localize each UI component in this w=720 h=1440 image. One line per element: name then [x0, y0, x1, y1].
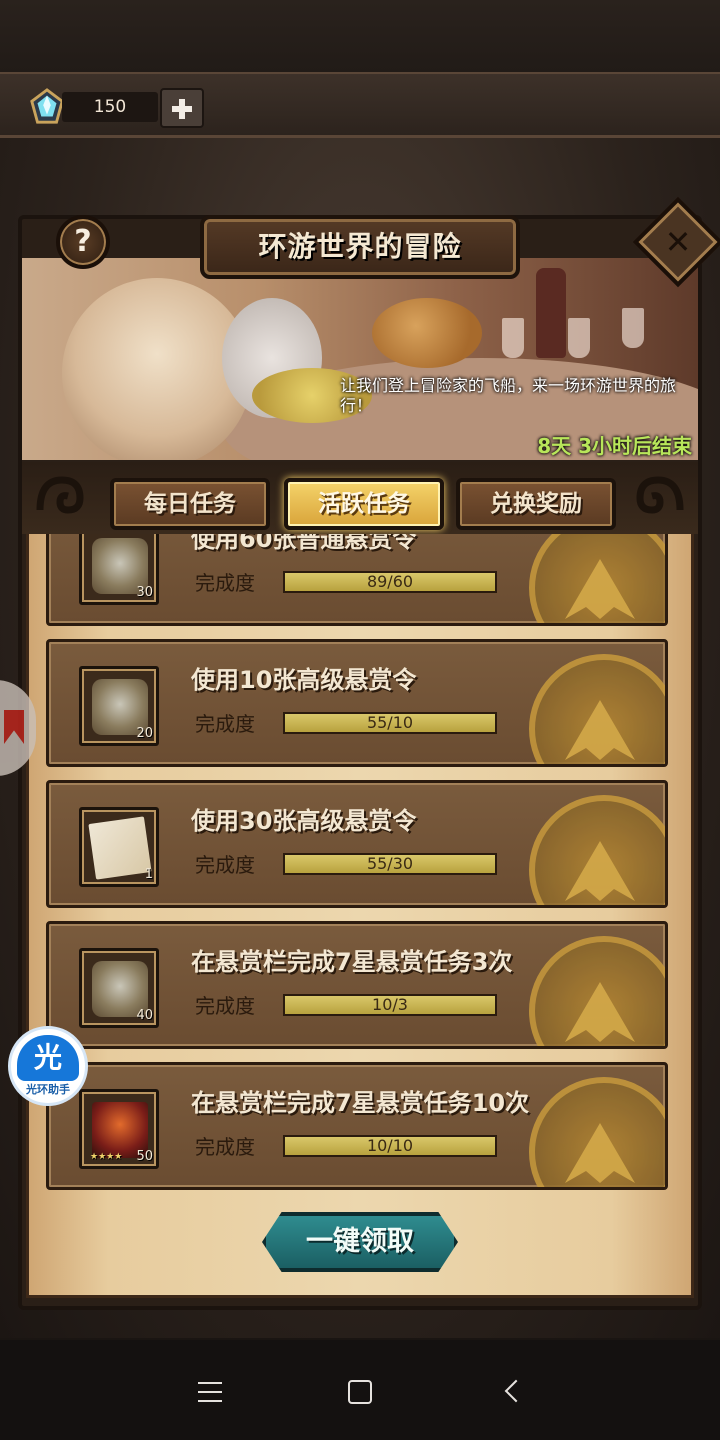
- task-row: 1 使用30张高级悬赏令 完成度 55/30: [46, 780, 668, 908]
- glass-art: [622, 308, 644, 348]
- reward-item-slot[interactable]: ★★★★ 50: [79, 1089, 159, 1169]
- tab-exchange-rewards[interactable]: 兑换奖励: [456, 478, 616, 530]
- task-row: 30 使用60张普通悬赏令 完成度 89/60: [46, 534, 668, 626]
- progress-label: 完成度: [195, 994, 255, 1018]
- task-list[interactable]: 30 使用60张普通悬赏令 完成度 89/60 20 使用10张高级悬赏令 完成…: [46, 534, 668, 1194]
- progress-text: 55/10: [366, 713, 414, 732]
- progress-bar: 10/10: [283, 1135, 497, 1157]
- back-icon[interactable]: [502, 1380, 526, 1404]
- add-gems-button[interactable]: [160, 88, 204, 128]
- seal-emblem-icon: [529, 795, 665, 905]
- event-title: 环游世界的冒险: [258, 230, 462, 263]
- tab-active-tasks[interactable]: 活跃任务: [284, 478, 444, 530]
- star-rating: ★★★★: [90, 1152, 123, 1162]
- roast-dish-art: [372, 298, 482, 368]
- ornament-icon: [636, 476, 684, 514]
- resource-bar: 150: [0, 72, 720, 138]
- seal-emblem-icon: [529, 936, 665, 1046]
- tab-daily-tasks[interactable]: 每日任务: [110, 478, 270, 530]
- item-quantity: 50: [136, 1149, 153, 1164]
- bottle-art: [536, 268, 566, 358]
- progress-text: 10/3: [372, 995, 408, 1014]
- seal-emblem-icon: [529, 1077, 665, 1187]
- tab-label: 每日任务: [144, 491, 236, 517]
- seal-emblem-icon: [529, 654, 665, 764]
- progress-bar: 55/10: [283, 712, 497, 734]
- event-banner-art: 让我们登上冒险家的飞船，来一场环游世界的旅行！ 8天 3小时后结束: [22, 258, 698, 460]
- glass-art: [568, 318, 590, 358]
- progress-label: 完成度: [195, 712, 255, 736]
- item-quantity: 40: [136, 1008, 153, 1023]
- task-row: 40 在悬赏栏完成7星悬赏任务3次 完成度 10/3: [46, 921, 668, 1049]
- item-quantity: 30: [136, 585, 153, 600]
- ornament-icon: [36, 476, 84, 514]
- progress-text: 89/60: [366, 572, 414, 591]
- claim-all-button[interactable]: 一键领取: [262, 1212, 458, 1272]
- progress-label: 完成度: [195, 853, 255, 877]
- progress-bar: 55/30: [283, 853, 497, 875]
- progress-text: 55/30: [366, 854, 414, 873]
- question-icon: ?: [74, 224, 92, 259]
- assistant-floating-button[interactable]: 光 光环助手: [8, 1026, 88, 1106]
- progress-label: 完成度: [195, 571, 255, 595]
- tab-label: 兑换奖励: [490, 491, 582, 517]
- event-title-plate: 环游世界的冒险: [200, 215, 520, 279]
- reward-item-slot[interactable]: 20: [79, 666, 159, 746]
- task-title: 使用10张高级悬赏令: [191, 666, 417, 694]
- recent-apps-icon[interactable]: [198, 1382, 222, 1402]
- item-quantity: 1: [144, 867, 153, 882]
- task-title: 在悬赏栏完成7星悬赏任务3次: [191, 948, 513, 976]
- task-row: ★★★★ 50 在悬赏栏完成7星悬赏任务10次 完成度 10/10: [46, 1062, 668, 1190]
- task-row: 20 使用10张高级悬赏令 完成度 55/10: [46, 639, 668, 767]
- progress-bar: 89/60: [283, 571, 497, 593]
- tab-label: 活跃任务: [318, 491, 410, 517]
- assistant-caption: 光环助手: [26, 1083, 70, 1096]
- top-status-area: [0, 0, 720, 72]
- reward-item-slot[interactable]: 40: [79, 948, 159, 1028]
- item-quantity: 20: [136, 726, 153, 741]
- reward-item-slot[interactable]: 1: [79, 807, 159, 887]
- progress-text: 10/10: [366, 1136, 414, 1155]
- system-nav-bar: [0, 1340, 720, 1440]
- event-countdown: 8天 3小时后结束: [537, 434, 692, 458]
- scroll-icon: [88, 816, 152, 880]
- event-description: 让我们登上冒险家的飞船，来一场环游世界的旅行！: [340, 376, 677, 415]
- task-title: 使用60张普通悬赏令: [191, 534, 417, 553]
- progress-label: 完成度: [195, 1135, 255, 1159]
- claim-all-label: 一键领取: [306, 1226, 414, 1257]
- close-icon: ✕: [664, 223, 692, 261]
- reward-item-slot[interactable]: 30: [79, 534, 159, 605]
- task-title: 使用30张高级悬赏令: [191, 807, 417, 835]
- crystal-gem-icon: [30, 88, 64, 124]
- home-icon[interactable]: [348, 1380, 372, 1404]
- progress-bar: 10/3: [283, 994, 497, 1016]
- gem-amount: 150: [62, 92, 158, 122]
- help-button[interactable]: ?: [56, 215, 110, 269]
- seal-emblem-icon: [529, 534, 665, 623]
- task-title: 在悬赏栏完成7星悬赏任务10次: [191, 1089, 530, 1117]
- glass-art: [502, 318, 524, 358]
- assistant-logo-icon: 光: [17, 1035, 79, 1081]
